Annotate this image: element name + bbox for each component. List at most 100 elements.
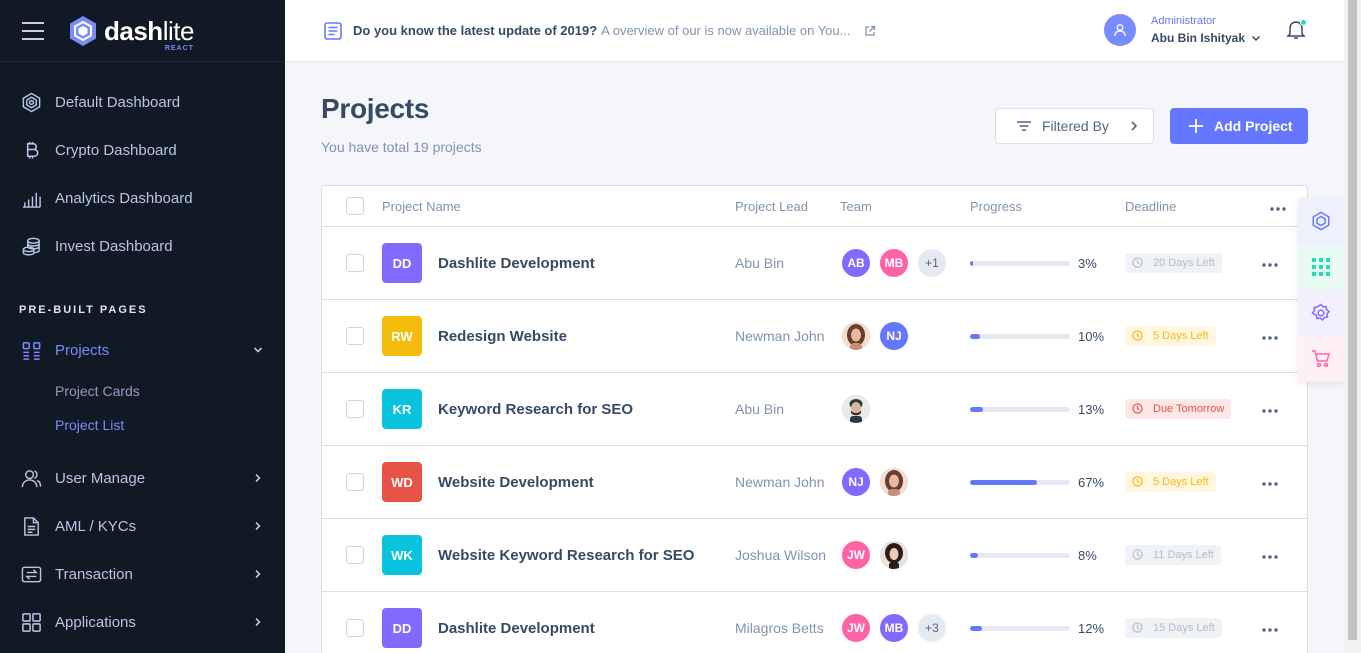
col-project-name[interactable]: Project Name: [382, 199, 461, 214]
progress-bar: [970, 479, 1070, 485]
logo[interactable]: dashlite REACT: [68, 15, 194, 52]
sidebar-item-user-manage[interactable]: User Manage: [0, 454, 285, 502]
scrollbar-thumb[interactable]: [1348, 0, 1357, 640]
team-member-avatar[interactable]: MB: [878, 247, 910, 279]
progress-bar: [970, 260, 1070, 266]
team-member-avatar[interactable]: NJ: [840, 466, 872, 498]
sidebar-item-applications[interactable]: Applications: [0, 598, 285, 646]
logo-text: dashlite REACT: [104, 18, 194, 52]
coins-icon: [20, 235, 42, 257]
project-team: NJ: [840, 320, 916, 352]
sidebar-item-aml-kycs[interactable]: AML / KYCs: [0, 502, 285, 550]
team-member-photo-avatar[interactable]: [840, 320, 872, 352]
team-more-count[interactable]: +1: [916, 247, 948, 279]
sidebar-item-analytics-dashboard[interactable]: Analytics Dashboard: [0, 174, 285, 222]
sidebar-item-crypto-dashboard[interactable]: Crypto Dashboard: [0, 126, 285, 174]
sidebar-item-transaction[interactable]: Transaction: [0, 550, 285, 598]
project-avatar: RW: [382, 316, 422, 356]
col-progress[interactable]: Progress: [970, 199, 1022, 214]
table-body: DD Dashlite Development Abu Bin AB MB +1 3…: [322, 227, 1307, 653]
progress-percent: 12%: [1078, 620, 1105, 636]
sidebar-item-label: Applications: [55, 613, 136, 631]
team-member-avatar[interactable]: MB: [878, 612, 910, 644]
project-name-cell[interactable]: DD Dashlite Development: [382, 608, 595, 648]
team-member-avatar[interactable]: NJ: [878, 320, 910, 352]
row-more-icon[interactable]: [1262, 400, 1278, 418]
project-name-cell[interactable]: DD Dashlite Development: [382, 243, 595, 283]
user-name-row: Abu Bin Ishityak: [1151, 31, 1261, 45]
project-title[interactable]: Dashlite Development: [438, 255, 595, 272]
project-title[interactable]: Website Development: [438, 474, 594, 491]
select-all-checkbox[interactable]: [346, 197, 364, 215]
team-member-avatar[interactable]: JW: [840, 612, 872, 644]
demo-layout-tool[interactable]: [1298, 198, 1344, 244]
project-title[interactable]: Dashlite Development: [438, 620, 595, 637]
row-checkbox[interactable]: [346, 254, 364, 272]
project-avatar: WD: [382, 462, 422, 502]
sidebar-item-invest-dashboard[interactable]: Invest Dashboard: [0, 222, 285, 270]
team-more-count[interactable]: +3: [916, 612, 948, 644]
apps-tool[interactable]: [1298, 244, 1344, 290]
sidebar-item-label: Projects: [55, 341, 110, 359]
deadline-badge: 20 Days Left: [1125, 252, 1222, 273]
team-member-avatar[interactable]: AB: [840, 247, 872, 279]
sidebar-item-projects[interactable]: Projects: [0, 326, 285, 374]
clock-icon: [1132, 476, 1148, 487]
project-lead: Joshua Wilson: [735, 547, 827, 563]
table-row[interactable]: DD Dashlite Development Abu Bin AB MB +1 3…: [322, 227, 1307, 300]
project-name-cell[interactable]: KR Keyword Research for SEO: [382, 389, 633, 429]
add-project-button[interactable]: Add Project: [1170, 108, 1308, 144]
row-more-icon[interactable]: [1262, 546, 1278, 564]
table-row[interactable]: WK Website Keyword Research for SEO Josh…: [322, 519, 1307, 592]
row-more-icon[interactable]: [1262, 254, 1278, 272]
table-row[interactable]: KR Keyword Research for SEO Abu Bin 13% …: [322, 373, 1307, 446]
team-member-photo-avatar[interactable]: [878, 466, 910, 498]
project-title[interactable]: Keyword Research for SEO: [438, 401, 633, 418]
file-text-icon: [20, 515, 42, 537]
table-row[interactable]: RW Redesign Website Newman John NJ 10% 5…: [322, 300, 1307, 373]
col-deadline[interactable]: Deadline: [1125, 199, 1176, 214]
col-project-lead[interactable]: Project Lead: [735, 199, 808, 214]
filtered-by-button[interactable]: Filtered By: [995, 108, 1154, 144]
row-checkbox[interactable]: [346, 400, 364, 418]
cart-tool[interactable]: [1298, 336, 1344, 382]
sidebar-item-label: Analytics Dashboard: [55, 189, 193, 207]
project-title[interactable]: Redesign Website: [438, 328, 567, 345]
sidebar-subitem-project-list[interactable]: Project List: [0, 408, 285, 442]
table-row[interactable]: DD Dashlite Development Milagros Betts J…: [322, 592, 1307, 653]
col-team[interactable]: Team: [840, 199, 872, 214]
sidebar-item-default-dashboard[interactable]: Default Dashboard: [0, 78, 285, 126]
team-member-photo-avatar[interactable]: [878, 539, 910, 571]
project-name-cell[interactable]: WD Website Development: [382, 462, 594, 502]
project-name-cell[interactable]: RW Redesign Website: [382, 316, 567, 356]
chevron-right-icon: [255, 473, 261, 483]
team-member-avatar[interactable]: JW: [840, 539, 872, 571]
project-lead: Newman John: [735, 474, 825, 490]
menu-toggle-icon[interactable]: [22, 21, 44, 40]
row-more-icon[interactable]: [1262, 327, 1278, 345]
user-dropdown[interactable]: Administrator Abu Bin Ishityak: [1104, 14, 1261, 46]
project-team: [840, 393, 878, 425]
team-member-photo-avatar[interactable]: [840, 393, 872, 425]
external-link-icon[interactable]: [864, 25, 876, 37]
settings-tool[interactable]: [1298, 290, 1344, 336]
notification-bell[interactable]: [1285, 18, 1307, 40]
row-more-icon[interactable]: [1262, 619, 1278, 637]
project-name-cell[interactable]: WK Website Keyword Research for SEO: [382, 535, 694, 575]
sidebar-subitem-project-cards[interactable]: Project Cards: [0, 374, 285, 408]
row-more-icon[interactable]: [1262, 473, 1278, 491]
user-icon: [1114, 24, 1126, 37]
table-row[interactable]: WD Website Development Newman John NJ 67…: [322, 446, 1307, 519]
row-checkbox[interactable]: [346, 327, 364, 345]
row-checkbox[interactable]: [346, 619, 364, 637]
project-table: Project Name Project Lead Team Progress …: [321, 185, 1308, 653]
header-more-icon[interactable]: [1270, 199, 1286, 214]
row-checkbox[interactable]: [346, 473, 364, 491]
page-subtitle: You have total 19 projects: [321, 139, 482, 155]
row-checkbox[interactable]: [346, 546, 364, 564]
clock-icon: [1132, 403, 1148, 414]
project-title[interactable]: Website Keyword Research for SEO: [438, 547, 694, 564]
project-progress: 67%: [970, 475, 1104, 490]
news-bar[interactable]: Do you know the latest update of 2019? A…: [323, 21, 876, 41]
vertical-scrollbar[interactable]: [1344, 0, 1361, 653]
